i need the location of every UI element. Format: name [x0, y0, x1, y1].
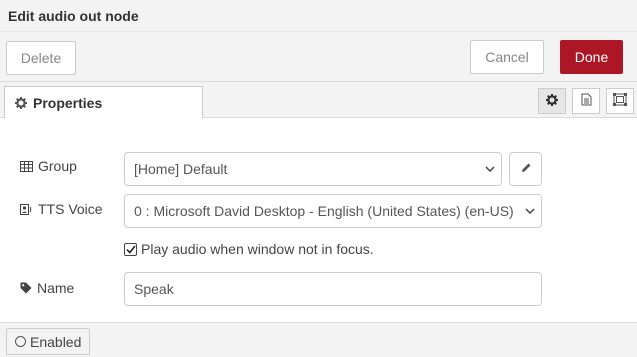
play-audio-checkbox-row[interactable]: Play audio when window not in focus.: [124, 241, 374, 257]
tts-voice-label-text: TTS Voice: [38, 201, 103, 217]
dialog-footer: Enabled: [0, 322, 637, 357]
done-button[interactable]: Done: [560, 40, 623, 74]
dialog-title: Edit audio out node: [8, 8, 139, 24]
chevron-down-icon: [485, 166, 495, 172]
dialog-toolbar: Delete Cancel Done: [0, 32, 637, 82]
tag-icon: [20, 282, 32, 294]
circle-icon: [15, 336, 26, 347]
enabled-toggle[interactable]: Enabled: [6, 328, 90, 355]
tts-voice-label: TTS Voice: [20, 201, 103, 217]
gear-icon: [546, 93, 558, 109]
tab-appearance-icon-button[interactable]: [606, 88, 634, 114]
chevron-down-icon: [525, 208, 535, 214]
frame-icon: [613, 93, 627, 109]
cancel-button[interactable]: Cancel: [470, 40, 544, 74]
delete-button[interactable]: Delete: [6, 41, 76, 75]
tab-settings-icon-button[interactable]: [538, 88, 566, 114]
tab-description-icon-button[interactable]: [572, 88, 600, 114]
group-label: Group: [20, 158, 77, 174]
play-audio-checkbox[interactable]: [124, 242, 137, 256]
name-label-text: Name: [37, 280, 75, 296]
name-input-value: Speak: [134, 281, 174, 297]
dialog-title-bar: Edit audio out node: [0, 0, 637, 32]
gear-icon: [15, 96, 27, 109]
tab-properties-label: Properties: [33, 94, 103, 111]
tts-voice-select[interactable]: 0 : Microsoft David Desktop - English (U…: [124, 194, 542, 228]
voice-icon: [20, 203, 33, 216]
enabled-toggle-label: Enabled: [30, 333, 82, 350]
group-select-value: [Home] Default: [134, 161, 228, 177]
edit-group-button[interactable]: [509, 152, 542, 186]
group-select[interactable]: [Home] Default: [124, 152, 502, 186]
document-icon: [581, 93, 592, 109]
name-input[interactable]: Speak: [124, 272, 542, 306]
tabs-bar: Properties: [0, 82, 637, 119]
play-audio-checkbox-label: Play audio when window not in focus.: [141, 241, 374, 257]
name-label: Name: [20, 280, 74, 296]
table-icon: [20, 160, 33, 172]
tab-properties[interactable]: Properties: [4, 86, 203, 119]
group-label-text: Group: [38, 158, 77, 174]
pencil-icon: [520, 161, 532, 177]
checkmark-icon: [125, 245, 136, 254]
tts-voice-select-value: 0 : Microsoft David Desktop - English (U…: [134, 203, 514, 219]
